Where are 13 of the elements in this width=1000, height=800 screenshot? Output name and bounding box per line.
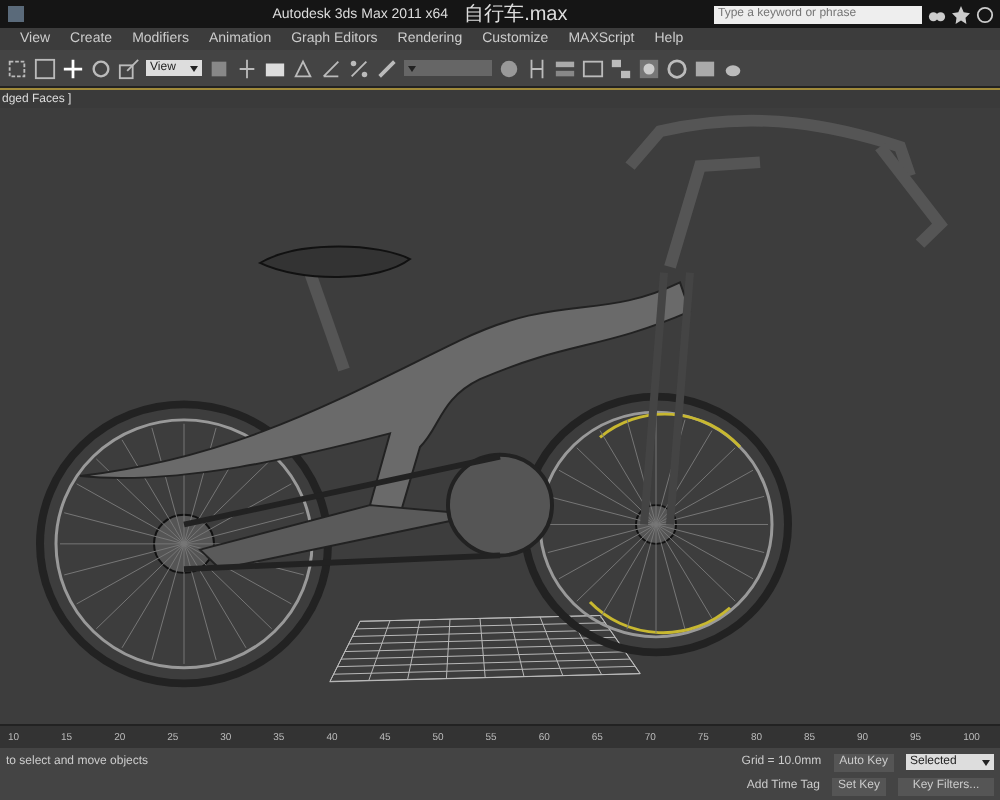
file-name: 自行车.max (464, 1, 568, 28)
select-region-icon[interactable] (34, 57, 56, 79)
rotate-icon[interactable] (90, 57, 112, 79)
move-icon[interactable] (62, 57, 84, 79)
scale-icon[interactable] (118, 57, 140, 79)
perspective-viewport[interactable] (0, 108, 1000, 724)
percent-snap-icon[interactable] (348, 57, 370, 79)
star-icon[interactable] (952, 5, 970, 23)
angle-snap-icon[interactable] (320, 57, 342, 79)
material-editor-icon[interactable] (638, 57, 660, 79)
snap-icon[interactable] (292, 57, 314, 79)
app-logo-icon[interactable] (6, 4, 26, 24)
select-icon[interactable] (6, 57, 28, 79)
